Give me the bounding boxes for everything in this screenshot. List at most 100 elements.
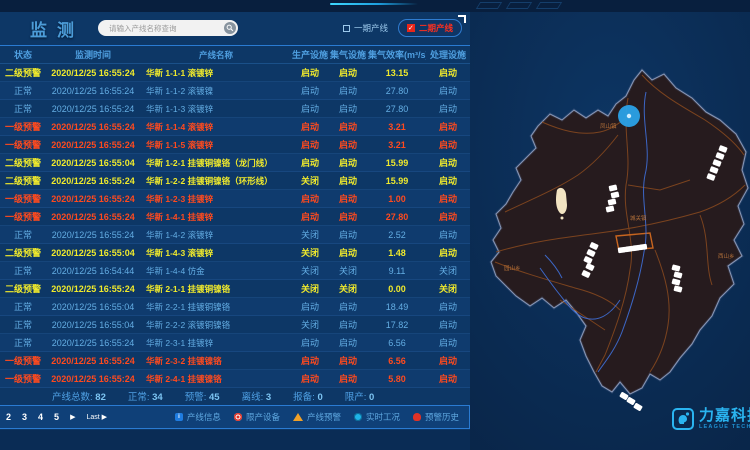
table-row[interactable]: 二级预警2020/12/25 16:55:24华新 1-1-1 滚镀锌启动启动1… [0, 64, 470, 82]
gas-facility-cell: 启动 [328, 336, 368, 349]
table-row[interactable]: 一级预警2020/12/25 16:55:24华新 1-1-4 滚镀锌启动启动3… [0, 118, 470, 136]
table-row[interactable]: 二级预警2020/12/25 16:55:04华新 1-2-1 挂镀铜镍铬（龙门… [0, 154, 470, 172]
legend-button-warning-triangle[interactable]: 产线预警 [293, 411, 341, 423]
table-body: 二级预警2020/12/25 16:55:24华新 1-1-1 滚镀锌启动启动1… [0, 64, 470, 388]
monitor-table: 状态监测时间产线名称生产设施集气设施集气效率(m³/s)处理设施 二级预警202… [0, 45, 470, 388]
gas-facility-cell: 启动 [328, 192, 368, 205]
gas-efficiency-cell: 6.56 [368, 356, 426, 366]
search-input[interactable] [107, 23, 224, 34]
gas-facility-cell: 启动 [328, 174, 368, 187]
status-cell: 一级预警 [0, 120, 46, 133]
table-row[interactable]: 一级预警2020/12/25 16:55:24华新 1-2-3 挂镀锌启动启动1… [0, 190, 470, 208]
table-row[interactable]: 一级预警2020/12/25 16:55:24华新 1-1-5 滚镀锌启动启动3… [0, 136, 470, 154]
production-facility-cell: 启动 [292, 102, 328, 115]
status-cell: 一级预警 [0, 192, 46, 205]
status-cell: 二级预警 [0, 156, 46, 169]
district-map[interactable]: 凤山镇园山乡城关镇西山乡 [470, 12, 750, 450]
table-row[interactable]: 正常2020/12/25 16:55:24华新 1-1-2 滚镀镍启动启动27.… [0, 82, 470, 100]
map-marker[interactable] [639, 244, 648, 251]
gas-facility-cell: 启动 [328, 120, 368, 133]
time-cell: 2020/12/25 16:55:24 [46, 86, 140, 96]
legend-button-realtime-status[interactable]: 实时工况 [354, 411, 400, 423]
table-header: 状态监测时间产线名称生产设施集气设施集气效率(m³/s)处理设施 [0, 46, 470, 64]
logo-icon [672, 408, 694, 430]
last-page-button[interactable]: Last ▶ [86, 413, 107, 421]
production-facility-cell: 关闭 [292, 228, 328, 241]
gas-facility-cell: 启动 [328, 138, 368, 151]
company-logo: 力嘉科技 LEAGUE TECH [672, 408, 750, 431]
table-row[interactable]: 二级预警2020/12/25 16:55:24华新 2-1-1 挂镀铜镍铬关闭关… [0, 280, 470, 298]
line-name-cell: 华新 1-4-1 挂镀锌 [140, 211, 292, 223]
legend-button-alarm-history[interactable]: 预警历史 [413, 411, 459, 423]
summary-label: 离线: [242, 392, 266, 403]
status-cell: 正常 [0, 318, 46, 331]
table-row[interactable]: 一级预警2020/12/25 16:55:24华新 2-4-1 挂镀镍铬启动启动… [0, 370, 470, 388]
time-cell: 2020/12/25 16:55:24 [46, 230, 140, 240]
phase2-checkbox[interactable]: ✓ 二期产线 [398, 19, 462, 37]
page-button[interactable]: 2 [6, 412, 11, 422]
treatment-facility-cell: 启动 [426, 66, 470, 79]
logo-text-en: LEAGUE TECH [699, 425, 750, 431]
page-button[interactable]: 4 [38, 412, 43, 422]
map-area[interactable]: 凤山镇园山乡城关镇西山乡 力嘉科技 LEAGUE TECH [470, 12, 750, 450]
treatment-facility-cell: 启动 [426, 300, 470, 313]
page-button[interactable]: 5 [54, 412, 59, 422]
gas-efficiency-cell: 18.49 [368, 302, 426, 312]
status-cell: 正常 [0, 84, 46, 97]
warning-triangle-icon [293, 413, 303, 421]
search-box[interactable] [98, 20, 238, 36]
production-facility-cell: 启动 [292, 336, 328, 349]
production-facility-cell: 启动 [292, 354, 328, 367]
summary-value: 3 [266, 392, 271, 403]
legend-button-limited-device[interactable]: 限产设备 [234, 411, 280, 423]
treatment-facility-cell: 启动 [426, 228, 470, 241]
summary-value: 0 [317, 392, 322, 403]
treatment-facility-cell: 启动 [426, 102, 470, 115]
line-name-cell: 华新 1-1-2 滚镀镍 [140, 85, 292, 97]
table-row[interactable]: 正常2020/12/25 16:55:04华新 2-2-2 滚镀铜镍铬关闭启动1… [0, 316, 470, 334]
column-header: 处理设施 [426, 48, 470, 61]
production-facility-cell: 关闭 [292, 174, 328, 187]
page-title: 监测 [30, 16, 84, 41]
gas-facility-cell: 关闭 [328, 282, 368, 295]
next-page-button[interactable]: ▶ [70, 413, 75, 421]
magnifier-icon[interactable] [224, 22, 236, 34]
summary-item: 离线: 3 [242, 389, 272, 403]
summary-item: 报备: 0 [293, 389, 323, 403]
production-facility-cell: 启动 [292, 156, 328, 169]
status-cell: 二级预警 [0, 282, 46, 295]
realtime-status-icon [354, 413, 362, 421]
time-cell: 2020/12/25 16:55:24 [46, 68, 140, 78]
summary-item: 限产: 0 [345, 389, 375, 403]
table-row[interactable]: 正常2020/12/25 16:55:04华新 2-2-1 挂镀铜镍铬启动启动1… [0, 298, 470, 316]
logo-text-cn: 力嘉科技 [699, 408, 750, 423]
table-row[interactable]: 正常2020/12/25 16:55:24华新 2-3-1 挂镀锌启动启动6.5… [0, 334, 470, 352]
column-header: 状态 [0, 48, 46, 61]
gas-efficiency-cell: 27.80 [368, 86, 426, 96]
table-row[interactable]: 二级预警2020/12/25 16:55:04华新 1-4-3 滚镀锌关闭启动1… [0, 244, 470, 262]
gas-efficiency-cell: 17.82 [368, 320, 426, 330]
table-row[interactable]: 正常2020/12/25 16:55:24华新 1-1-3 滚镀锌启动启动27.… [0, 100, 470, 118]
gas-efficiency-cell: 6.56 [368, 338, 426, 348]
legend-label: 产线预警 [307, 411, 341, 423]
decor-slash [476, 2, 502, 9]
status-cell: 正常 [0, 336, 46, 349]
limited-device-icon [234, 413, 242, 421]
phase1-checkbox[interactable]: 一期产线 [343, 22, 388, 34]
production-facility-cell: 启动 [292, 66, 328, 79]
time-cell: 2020/12/25 16:54:44 [46, 266, 140, 276]
table-row[interactable]: 正常2020/12/25 16:54:44华新 1-4-4 仿金关闭关闭9.11… [0, 262, 470, 280]
table-row[interactable]: 一级预警2020/12/25 16:55:24华新 2-3-2 挂镀镍铬启动启动… [0, 352, 470, 370]
legend-button-info[interactable]: i产线信息 [175, 411, 221, 423]
gas-efficiency-cell: 3.21 [368, 122, 426, 132]
table-row[interactable]: 二级预警2020/12/25 16:55:24华新 1-2-2 挂镀铜镍铬（环形… [0, 172, 470, 190]
table-row[interactable]: 一级预警2020/12/25 16:55:24华新 1-4-1 挂镀锌启动启动2… [0, 208, 470, 226]
treatment-facility-cell: 启动 [426, 354, 470, 367]
line-name-cell: 华新 1-1-3 滚镀锌 [140, 103, 292, 115]
production-facility-cell: 启动 [292, 120, 328, 133]
table-row[interactable]: 正常2020/12/25 16:55:24华新 1-4-2 滚镀锌关闭启动2.5… [0, 226, 470, 244]
status-cell: 一级预警 [0, 354, 46, 367]
treatment-facility-cell: 启动 [426, 84, 470, 97]
page-button[interactable]: 3 [22, 412, 27, 422]
time-cell: 2020/12/25 16:55:24 [46, 104, 140, 114]
